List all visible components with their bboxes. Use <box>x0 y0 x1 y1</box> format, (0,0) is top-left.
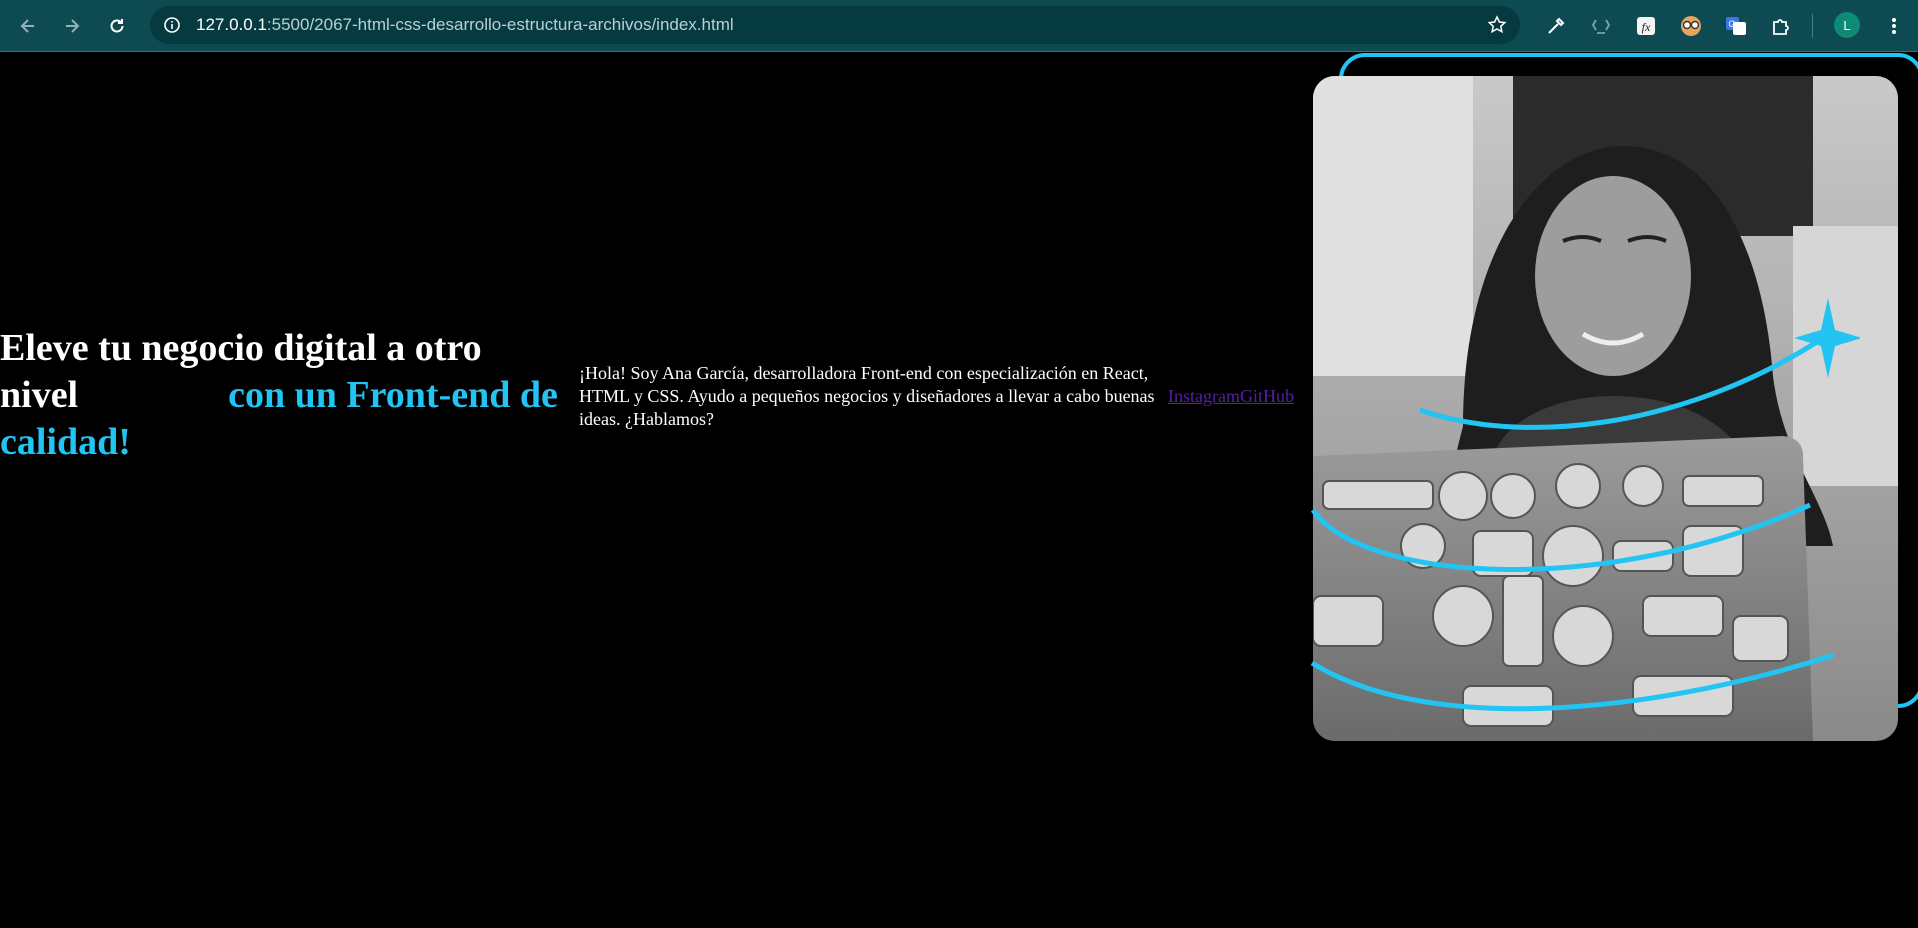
recycle-icon[interactable] <box>1585 10 1617 42</box>
github-link[interactable]: GitHub <box>1240 386 1294 406</box>
browser-toolbar: 127.0.0.1:5500/2067-html-css-desarrollo-… <box>0 0 1918 52</box>
instagram-link[interactable]: Instagram <box>1168 386 1240 406</box>
function-icon[interactable]: fx <box>1630 10 1662 42</box>
toolbar-divider <box>1812 14 1813 38</box>
profile-avatar[interactable]: L <box>1834 12 1860 38</box>
extensions-puzzle-icon[interactable] <box>1765 10 1797 42</box>
eyedropper-icon[interactable] <box>1540 10 1572 42</box>
social-links: InstagramGitHub <box>1168 385 1294 408</box>
back-arrow-icon[interactable] <box>12 10 44 42</box>
glasses-icon[interactable] <box>1675 10 1707 42</box>
url-text[interactable]: 127.0.0.1:5500/2067-html-css-desarrollo-… <box>196 6 734 44</box>
translate-icon[interactable]: G <box>1720 10 1752 42</box>
bookmark-star-icon[interactable] <box>1486 14 1508 36</box>
url-host: 127.0.0.1 <box>196 15 267 34</box>
more-vert-icon[interactable] <box>1878 10 1910 42</box>
hero-intro: ¡Hola! Soy Ana García, desarrolladora Fr… <box>579 363 1155 429</box>
hero-title: Eleve tu negocio digital a otro nivel con… <box>0 325 560 466</box>
reload-icon[interactable] <box>101 10 133 42</box>
svg-text:fx: fx <box>1642 20 1651 34</box>
svg-text:G: G <box>1728 19 1735 29</box>
site-info-icon[interactable] <box>162 15 182 35</box>
hero-photo <box>1313 76 1898 741</box>
hero-title-accent: con un Front-end de calidad! <box>0 374 558 463</box>
forward-arrow-icon[interactable] <box>56 10 88 42</box>
url-path: :5500/2067-html-css-desarrollo-estructur… <box>266 15 734 34</box>
address-bar[interactable]: 127.0.0.1:5500/2067-html-css-desarrollo-… <box>150 6 1520 44</box>
